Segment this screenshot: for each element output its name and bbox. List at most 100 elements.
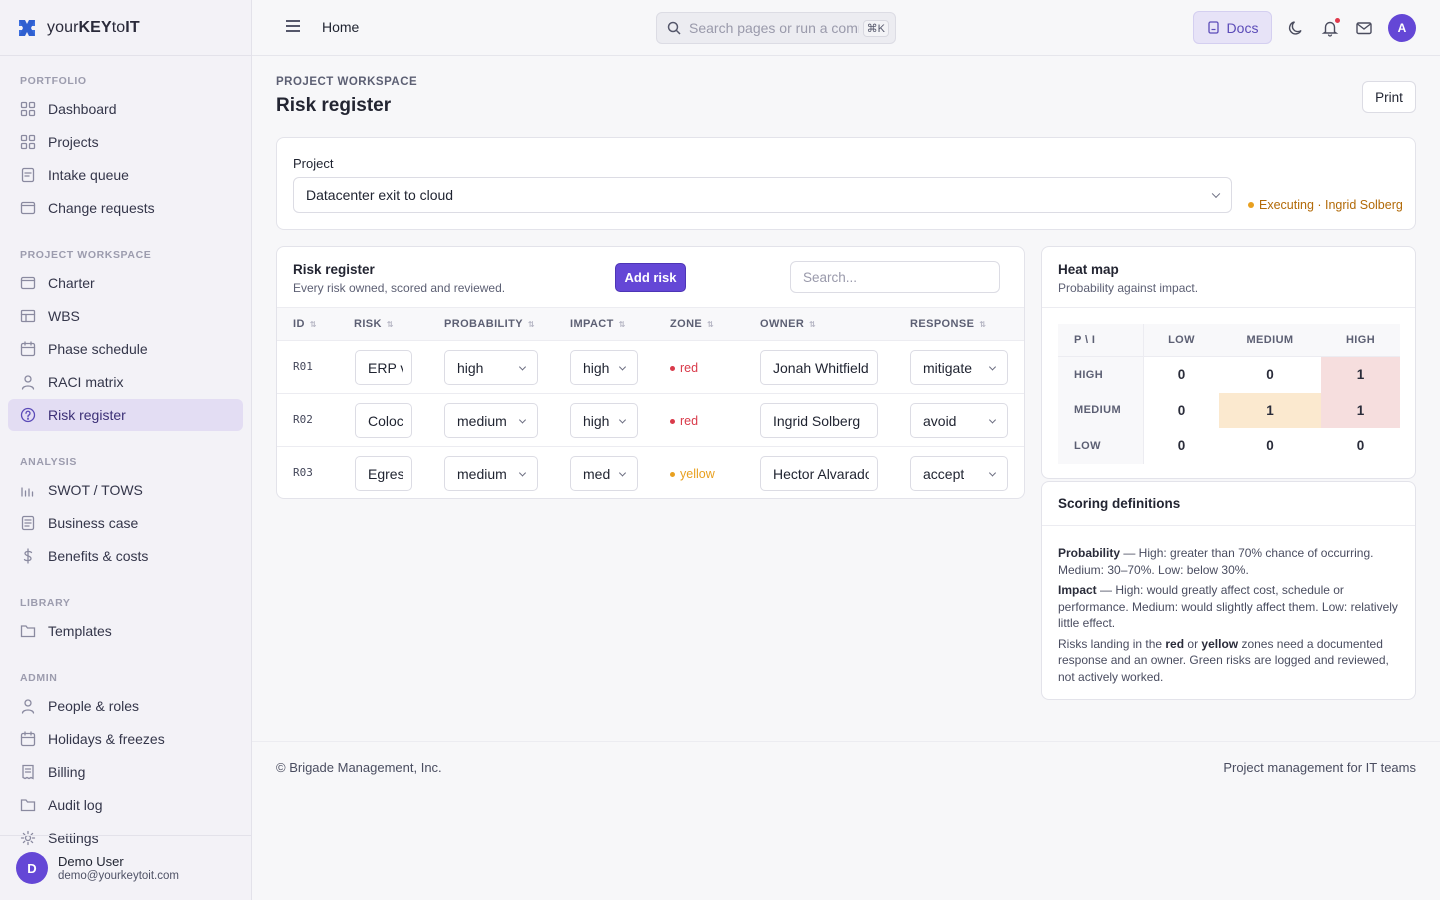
inbox-icon xyxy=(20,167,36,183)
probability-level-label: MEDIUM xyxy=(1058,392,1144,428)
global-search-input[interactable] xyxy=(689,20,859,36)
global-search[interactable]: ⌘K xyxy=(656,12,896,44)
user-name: Demo User xyxy=(58,854,124,869)
breadcrumb[interactable]: Home xyxy=(322,19,359,35)
docs-label: Docs xyxy=(1226,19,1259,36)
sidebar-item-label: Risk register xyxy=(48,407,126,423)
question-circle-icon xyxy=(20,407,36,423)
sidebar-item-intake-queue[interactable]: Intake queue xyxy=(8,159,243,191)
heat-map-corner: P \ I xyxy=(1058,324,1144,356)
heat-map-row: MEDIUM 0 1 1 xyxy=(1058,392,1400,428)
chevron-down-icon xyxy=(518,468,527,477)
probability-select-value: medium xyxy=(457,412,507,429)
response-select[interactable]: avoid xyxy=(910,403,1008,438)
heat-map-cell: 0 xyxy=(1266,367,1274,383)
impact-select[interactable]: medium xyxy=(570,456,638,491)
zone-note: Risks landing in the red or yellow zones… xyxy=(1058,636,1389,684)
calendar-icon xyxy=(20,731,36,747)
user-card[interactable]: D Demo User demo@yourkeytoit.com xyxy=(0,835,251,900)
sidebar-item-risk-register[interactable]: Risk register xyxy=(8,399,243,431)
impact-select[interactable]: high xyxy=(570,350,638,385)
heat-map-cell: 1 xyxy=(1219,392,1321,428)
notification-dot xyxy=(1335,18,1340,23)
print-button[interactable]: Print xyxy=(1362,81,1416,113)
footer: © Brigade Management, Inc. Project manag… xyxy=(252,741,1440,791)
heat-map-cell: 1 xyxy=(1321,357,1400,393)
copyright: © Brigade Management, Inc. xyxy=(276,760,442,775)
risk-name-input[interactable]: Colocation xyxy=(355,403,412,438)
notifications-button[interactable] xyxy=(1321,18,1340,37)
column-header-risk[interactable]: RISK ⇅ xyxy=(354,318,394,330)
column-header-impact[interactable]: IMPACT ⇅ xyxy=(570,318,626,330)
owner-input[interactable]: Ingrid Solberg xyxy=(760,403,878,438)
risk-name-input-value: ERP vendor xyxy=(368,359,403,376)
project-status-text: Executing · Ingrid Solberg xyxy=(1259,198,1403,212)
probability-definition: Probability — High: greater than 70% cha… xyxy=(1058,546,1374,577)
owner-input[interactable]: Hector Alvarado xyxy=(760,456,878,491)
sidebar-item-projects[interactable]: Projects xyxy=(8,126,243,158)
sidebar-item-holidays-and-freezes[interactable]: Holidays & freezes xyxy=(8,723,243,755)
add-risk-button[interactable]: Add risk xyxy=(615,263,686,292)
window-icon xyxy=(20,275,36,291)
probability-select[interactable]: medium xyxy=(444,403,538,438)
menu-icon[interactable] xyxy=(286,20,300,34)
sidebar-item-swot-tows[interactable]: SWOT / TOWS xyxy=(8,474,243,506)
column-header-probability[interactable]: PROBABILITY ⇅ xyxy=(444,318,535,330)
moon-icon[interactable] xyxy=(1287,19,1305,37)
response-select-value: avoid xyxy=(923,412,957,429)
sidebar-item-label: Change requests xyxy=(48,200,155,216)
calendar-icon xyxy=(20,341,36,357)
column-header-response[interactable]: RESPONSE ⇅ xyxy=(910,318,986,330)
sidebar-item-change-requests[interactable]: Change requests xyxy=(8,192,243,224)
impact-select[interactable]: high xyxy=(570,403,638,438)
sidebar-item-audit-log[interactable]: Audit log xyxy=(8,789,243,821)
status-dot xyxy=(1248,202,1254,208)
impact-definition: Impact — High: would greatly affect cost… xyxy=(1058,583,1398,630)
project-select[interactable]: Datacenter exit to cloud xyxy=(293,177,1232,213)
sidebar-item-label: Templates xyxy=(48,623,112,639)
sidebar-item-wbs[interactable]: WBS xyxy=(8,300,243,332)
sidebar-item-people-and-roles[interactable]: People & roles xyxy=(8,690,243,722)
sidebar-item-phase-schedule[interactable]: Phase schedule xyxy=(8,333,243,365)
response-select[interactable]: mitigate xyxy=(910,350,1008,385)
sidebar: yourKEYtoIT PORTFOLIO Dashboard Projects In… xyxy=(0,0,252,900)
heat-map-cell: 0 xyxy=(1177,438,1186,454)
project-select-value: Datacenter exit to cloud xyxy=(306,187,454,203)
sort-icon: ⇅ xyxy=(809,319,817,329)
risk-search-input[interactable] xyxy=(790,261,1000,293)
sidebar-item-dashboard[interactable]: Dashboard xyxy=(8,93,243,125)
risk-id: R01 xyxy=(293,360,313,373)
docs-button[interactable]: Docs xyxy=(1193,11,1272,44)
table-header: ID ⇅ RISK ⇅ PROBABILITY ⇅ IMPACT ⇅ ZONE ⇅ OWNER ⇅ RE… xyxy=(277,307,1024,341)
nav-section-title: PROJECT WORKSPACE xyxy=(20,249,152,261)
chevron-down-icon xyxy=(988,468,997,477)
probability-select[interactable]: medium xyxy=(444,456,538,491)
column-header-id[interactable]: ID ⇅ xyxy=(293,318,317,330)
zone-badge: yellow xyxy=(670,467,715,481)
dollar-icon xyxy=(20,548,36,564)
user-avatar[interactable]: A xyxy=(1388,14,1416,42)
response-select[interactable]: accept xyxy=(910,456,1008,491)
column-header-zone[interactable]: ZONE ⇅ xyxy=(670,318,714,330)
sidebar-item-business-case[interactable]: Business case xyxy=(8,507,243,539)
impact-select-value: high xyxy=(583,359,610,376)
owner-input[interactable]: Jonah Whitfield xyxy=(760,350,878,385)
book-icon xyxy=(1207,21,1219,34)
brand[interactable]: yourKEYtoIT xyxy=(0,0,251,56)
impact-select-value: high xyxy=(583,412,610,429)
column-header-label: RISK xyxy=(354,318,382,330)
column-header-owner[interactable]: OWNER ⇅ xyxy=(760,318,816,330)
heat-map-row: HIGH 0 0 1 xyxy=(1058,357,1400,393)
sidebar-item-charter[interactable]: Charter xyxy=(8,267,243,299)
mail-icon[interactable] xyxy=(1355,19,1373,37)
risk-name-input[interactable]: Egress xyxy=(355,456,412,491)
probability-select[interactable]: high xyxy=(444,350,538,385)
sidebar-item-benefits-and-costs[interactable]: Benefits & costs xyxy=(8,540,243,572)
risk-name-input[interactable]: ERP vendor xyxy=(355,350,412,385)
sidebar-item-billing[interactable]: Billing xyxy=(8,756,243,788)
sidebar-item-raci-matrix[interactable]: RACI matrix xyxy=(8,366,243,398)
owner-input-value: Hector Alvarado xyxy=(773,465,869,482)
sidebar-item-templates[interactable]: Templates xyxy=(8,615,243,647)
